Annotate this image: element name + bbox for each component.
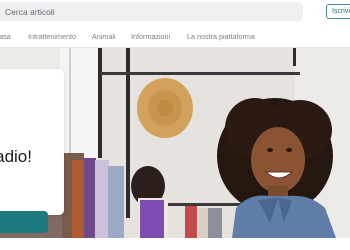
- category-tab-informazioni[interactable]: Informazioni: [131, 32, 170, 41]
- signup-button[interactable]: Iscriviti: [326, 4, 350, 19]
- search-input[interactable]: [5, 2, 285, 21]
- hero-title: adio!: [0, 147, 32, 166]
- top-bar: Iscriviti: [0, 0, 350, 24]
- hero-cta-button[interactable]: [0, 211, 48, 233]
- category-tab-la-nostra-piattaforma[interactable]: La nostra piattaforma: [187, 32, 255, 41]
- search-bar[interactable]: [0, 2, 303, 21]
- category-nav: Casa Intrattenimento Animali Informazion…: [0, 25, 350, 48]
- category-tab-intrattenimento[interactable]: Intrattenimento: [28, 32, 76, 41]
- category-tab-casa[interactable]: Casa: [0, 32, 11, 41]
- hero-banner: adio!: [0, 48, 350, 238]
- category-tab-animali[interactable]: Animali: [92, 32, 116, 41]
- search-icon: [0, 14, 1, 16]
- hero-card: adio!: [0, 69, 64, 215]
- page-bottom: [0, 238, 350, 250]
